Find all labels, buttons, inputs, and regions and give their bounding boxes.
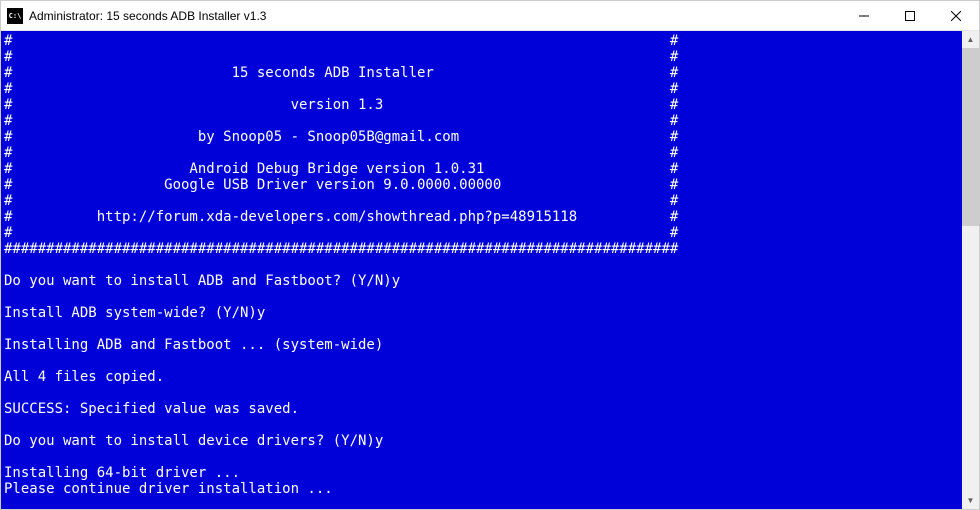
app-icon: C:\ [7,8,23,24]
window-controls [841,1,979,30]
scroll-up-arrow[interactable]: ▲ [962,31,979,48]
scroll-track[interactable] [962,48,979,492]
scroll-down-arrow[interactable]: ▼ [962,492,979,509]
minimize-button[interactable] [841,1,887,30]
maximize-button[interactable] [887,1,933,30]
terminal-output[interactable]: # # # # # 15 seconds [1,31,962,509]
vertical-scrollbar[interactable]: ▲ ▼ [962,31,979,509]
window-title: Administrator: 15 seconds ADB Installer … [29,9,841,23]
minimize-icon [859,11,869,21]
window-frame: C:\ Administrator: 15 seconds ADB Instal… [0,0,980,510]
close-button[interactable] [933,1,979,30]
scroll-thumb[interactable] [962,48,979,226]
titlebar[interactable]: C:\ Administrator: 15 seconds ADB Instal… [1,1,979,31]
maximize-icon [905,11,915,21]
close-icon [951,11,961,21]
terminal-area: # # # # # 15 seconds [1,31,979,509]
